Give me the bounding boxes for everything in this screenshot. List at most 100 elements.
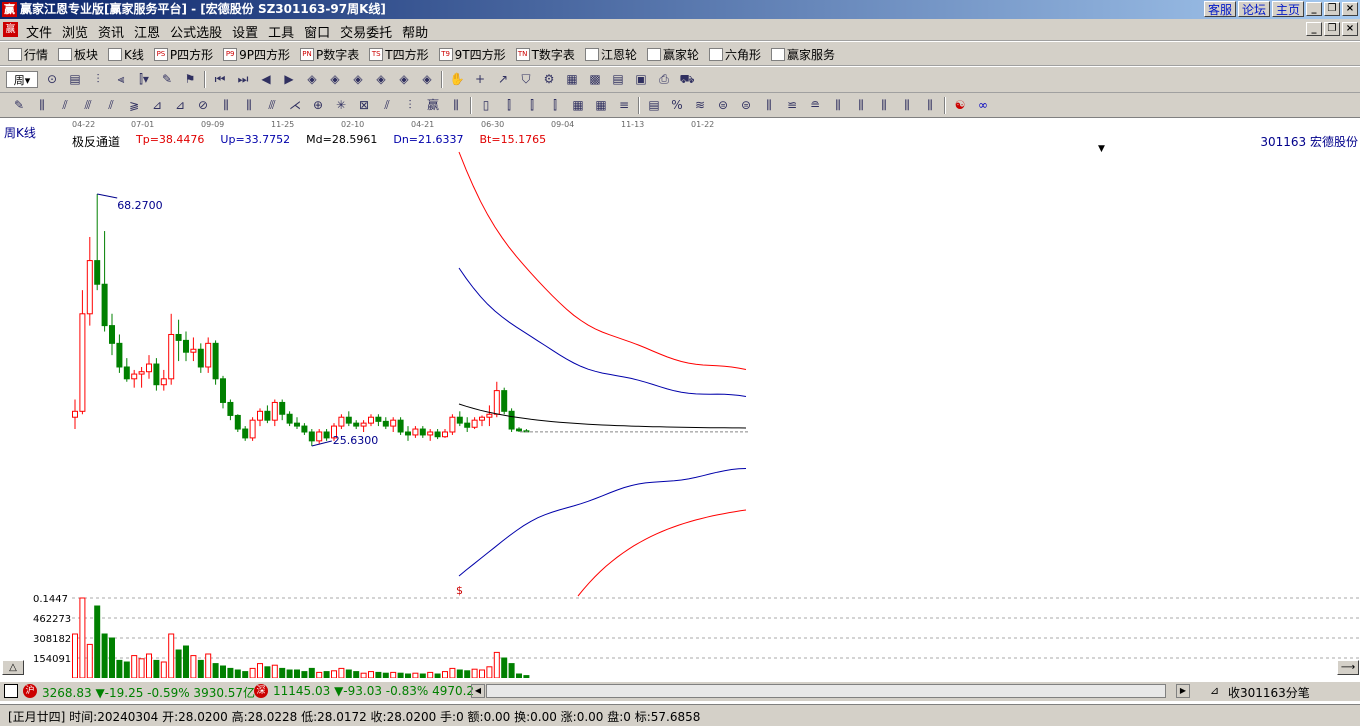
draw-tool-13-icon[interactable]: ⊕ bbox=[309, 97, 327, 114]
scroll-right-arrow[interactable]: ▶ bbox=[1176, 684, 1190, 698]
draw-tool-29-icon[interactable]: ▤ bbox=[645, 97, 663, 114]
back-icon[interactable]: ◀ bbox=[257, 71, 275, 88]
last-icon[interactable]: ⏭ bbox=[234, 71, 252, 88]
kline-chart[interactable]: 68.2700 25.6300 $0.1447 462273 308182 154091 bbox=[0, 136, 1360, 678]
link-home[interactable]: 主页 bbox=[1271, 1, 1304, 17]
draw-tool-38-icon[interactable]: ⫼ bbox=[852, 97, 870, 114]
draw-tool-19-icon[interactable]: ⫼ bbox=[447, 97, 465, 114]
menu-news[interactable]: 资讯 bbox=[98, 22, 124, 41]
toolbar-5-button[interactable]: PN P数字表 bbox=[300, 46, 359, 63]
draw-tool-17-icon[interactable]: ⫶ bbox=[401, 97, 419, 114]
flag-icon[interactable]: ⚑ bbox=[181, 71, 199, 88]
toolbar-10-button[interactable]: 赢家轮 bbox=[646, 46, 699, 63]
menu-window[interactable]: 窗口 bbox=[304, 22, 330, 41]
draw-tool-26-icon[interactable]: ▦ bbox=[592, 97, 610, 114]
toolbar-1-button[interactable]: 板块 bbox=[58, 46, 98, 63]
table-icon[interactable]: ▤ bbox=[609, 71, 627, 88]
tick-icon[interactable]: ⊿ bbox=[1210, 684, 1219, 697]
menu-file[interactable]: 文件 bbox=[26, 22, 52, 41]
menu-trade[interactable]: 交易委托 bbox=[340, 22, 392, 41]
calendar-icon[interactable]: ▦ bbox=[563, 71, 581, 88]
draw-tool-31-icon[interactable]: ≋ bbox=[691, 97, 709, 114]
draw-tool-3-icon[interactable]: ⫻ bbox=[79, 97, 97, 114]
menu-gann[interactable]: 江恩 bbox=[134, 22, 160, 41]
draw-tool-1-icon[interactable]: ⫼ bbox=[33, 97, 51, 114]
close-icon[interactable]: × bbox=[1342, 2, 1358, 16]
draw-tool-36-icon[interactable]: ≘ bbox=[806, 97, 824, 114]
toolbar-6-button[interactable]: TS T四方形 bbox=[369, 46, 429, 63]
mdi-restore-icon[interactable]: ❐ bbox=[1324, 22, 1340, 36]
truck-icon[interactable]: ⛟ bbox=[678, 71, 696, 88]
mdi-close-icon[interactable]: × bbox=[1342, 22, 1358, 36]
draw-tool-15-icon[interactable]: ⊠ bbox=[355, 97, 373, 114]
draw-tool-24-icon[interactable]: ⫿ bbox=[546, 97, 564, 114]
draw-tool-44-icon[interactable]: ∞ bbox=[974, 97, 992, 114]
period-select[interactable]: 周▾ bbox=[6, 71, 38, 88]
tag-icon[interactable]: ⛉ bbox=[517, 71, 535, 88]
toolbar-7-button[interactable]: T9 9T四方形 bbox=[438, 46, 506, 63]
crosshair-icon[interactable]: + bbox=[471, 71, 489, 88]
draw-tool-27-icon[interactable]: ≡ bbox=[615, 97, 633, 114]
first-icon[interactable]: ⏮ bbox=[211, 71, 229, 88]
bar-type-icon[interactable]: ⫿▾ bbox=[135, 71, 153, 88]
draw-tool-16-icon[interactable]: ⫽ bbox=[378, 97, 396, 114]
toolbar-0-button[interactable]: 行情 bbox=[8, 46, 48, 63]
toolbar-4-button[interactable]: P9 9P四方形 bbox=[223, 46, 290, 63]
draw-tool-40-icon[interactable]: ⫼ bbox=[898, 97, 916, 114]
toolbar-8-button[interactable]: TN T数字表 bbox=[515, 46, 575, 63]
draw-tool-35-icon[interactable]: ≌ bbox=[783, 97, 801, 114]
draw-tool-12-icon[interactable]: ⋌ bbox=[286, 97, 304, 114]
draw-tool-39-icon[interactable]: ⫼ bbox=[875, 97, 893, 114]
draw-tool-21-icon[interactable]: ▯ bbox=[477, 97, 495, 114]
draw-tool-23-icon[interactable]: ⫿ bbox=[523, 97, 541, 114]
draw-tool-18-icon[interactable]: 赢 bbox=[424, 97, 442, 114]
draw-tool-34-icon[interactable]: ⫼ bbox=[760, 97, 778, 114]
doc-icon[interactable]: 赢 bbox=[3, 22, 18, 37]
scroll-left-arrow[interactable]: ◀ bbox=[471, 684, 485, 698]
scroll-right-button[interactable]: ⟶ bbox=[1337, 660, 1359, 675]
forward-icon[interactable]: ▶ bbox=[280, 71, 298, 88]
diamond5-icon[interactable]: ◈ bbox=[395, 71, 413, 88]
active-tool-icon[interactable]: ⚙ bbox=[540, 71, 558, 88]
draw-tool-0-icon[interactable]: ✎ bbox=[10, 97, 28, 114]
chart-icon[interactable]: ▩ bbox=[586, 71, 604, 88]
menu-help[interactable]: 帮助 bbox=[402, 22, 428, 41]
diamond6-icon[interactable]: ◈ bbox=[418, 71, 436, 88]
h-scrollbar[interactable] bbox=[486, 684, 1166, 698]
draw-tool-9-icon[interactable]: ⫼ bbox=[217, 97, 235, 114]
draw-tool-41-icon[interactable]: ⫼ bbox=[921, 97, 939, 114]
chart-area[interactable]: 04-22 07-01 09-09 11-25 02-10 04-21 06-30 09-04… bbox=[0, 118, 1360, 678]
diamond4-icon[interactable]: ◈ bbox=[372, 71, 390, 88]
menu-tools[interactable]: 工具 bbox=[268, 22, 294, 41]
link-forum[interactable]: 论坛 bbox=[1237, 1, 1270, 17]
draw-icon[interactable]: ✎ bbox=[158, 71, 176, 88]
mdi-minimize-icon[interactable]: _ bbox=[1306, 22, 1322, 36]
draw-tool-32-icon[interactable]: ⊜ bbox=[714, 97, 732, 114]
draw-tool-25-icon[interactable]: ▦ bbox=[569, 97, 587, 114]
toolbar-3-button[interactable]: PS P四方形 bbox=[153, 46, 213, 63]
menu-formula[interactable]: 公式选股 bbox=[170, 22, 222, 41]
draw-tool-6-icon[interactable]: ⊿ bbox=[148, 97, 166, 114]
draw-tool-8-icon[interactable]: ⊘ bbox=[194, 97, 212, 114]
diamond-icon[interactable]: ◈ bbox=[303, 71, 321, 88]
draw-tool-43-icon[interactable]: ☯ bbox=[951, 97, 969, 114]
draw-tool-10-icon[interactable]: ⫼ bbox=[240, 97, 258, 114]
draw-tool-22-icon[interactable]: ⫿ bbox=[500, 97, 518, 114]
hand-icon[interactable]: ✋ bbox=[448, 71, 466, 88]
draw-tool-4-icon[interactable]: ⫽ bbox=[102, 97, 120, 114]
toolbar-11-button[interactable]: 六角形 bbox=[708, 46, 761, 63]
menu-browse[interactable]: 浏览 bbox=[62, 22, 88, 41]
bars-icon[interactable]: ⫶ bbox=[89, 71, 107, 88]
toolbar-2-button[interactable]: K线 bbox=[108, 46, 144, 63]
save-icon[interactable]: ▣ bbox=[632, 71, 650, 88]
draw-tool-14-icon[interactable]: ✳ bbox=[332, 97, 350, 114]
draw-tool-30-icon[interactable]: % bbox=[668, 97, 686, 114]
draw-tool-37-icon[interactable]: ⫼ bbox=[829, 97, 847, 114]
grid-icon[interactable] bbox=[4, 684, 18, 698]
draw-tool-7-icon[interactable]: ⊿ bbox=[171, 97, 189, 114]
diamond2-icon[interactable]: ◈ bbox=[326, 71, 344, 88]
draw-tool-11-icon[interactable]: ⫻ bbox=[263, 97, 281, 114]
link-support[interactable]: 客服 bbox=[1203, 1, 1236, 17]
draw-tool-5-icon[interactable]: ⫺ bbox=[125, 97, 143, 114]
toolbar-9-button[interactable]: 江恩轮 bbox=[584, 46, 637, 63]
